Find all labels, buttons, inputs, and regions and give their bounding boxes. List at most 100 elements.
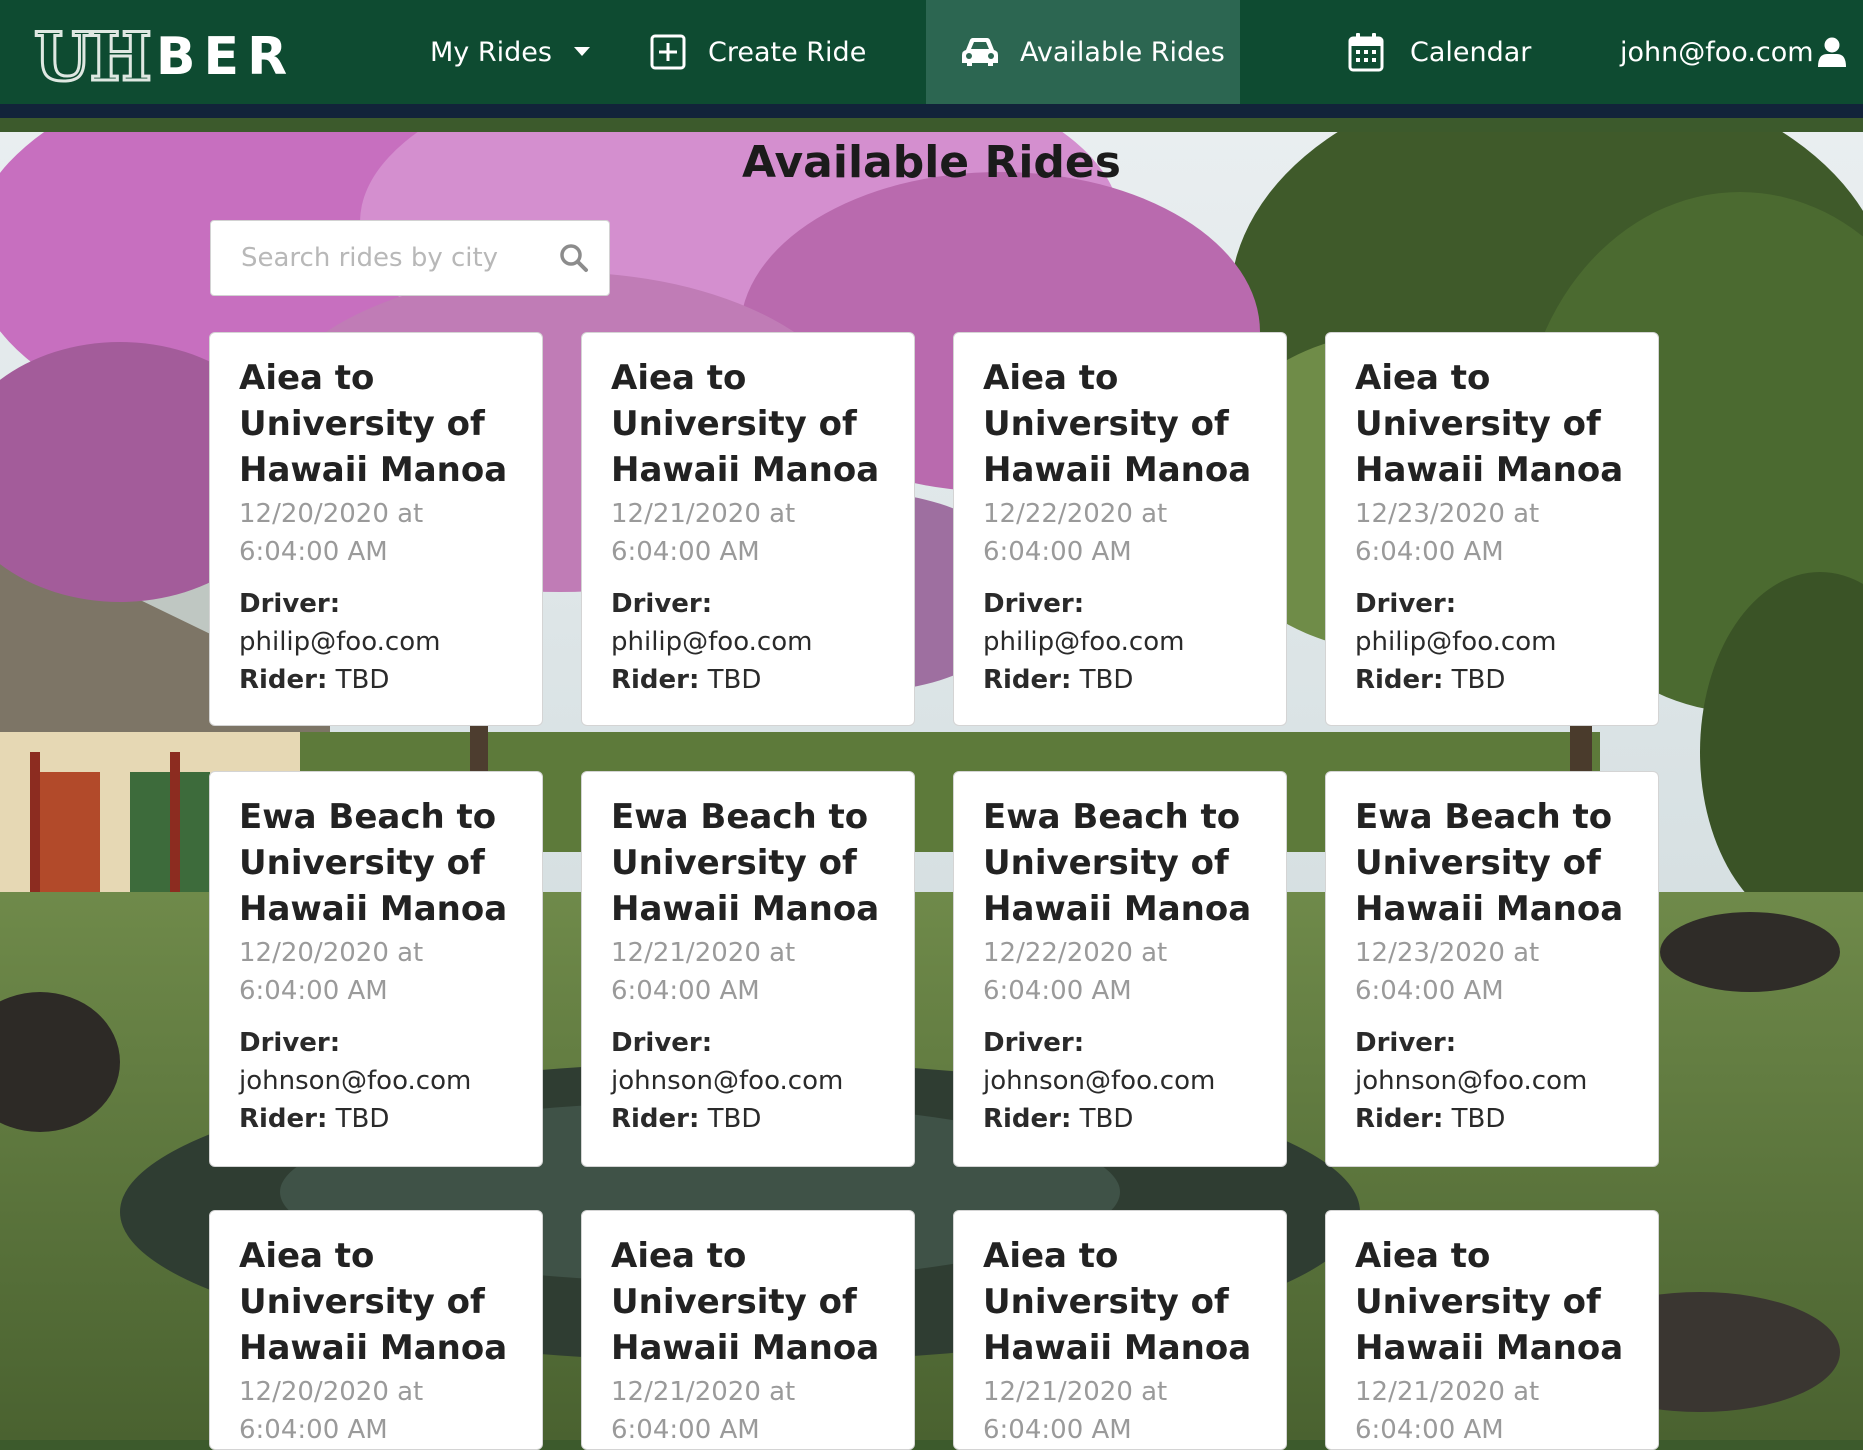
driver-label: Driver: [983, 1028, 1085, 1058]
rider-value: TBD [1451, 665, 1506, 695]
ride-date-text: 12/23/2020 at [1355, 499, 1540, 529]
ride-title: Ewa Beach to University of Hawaii Manoa [611, 797, 880, 929]
driver-email: philip@foo.com [1355, 627, 1557, 657]
ride-title: Aiea to University of Hawaii Manoa [611, 1236, 880, 1368]
ride-title: Ewa Beach to University of Hawaii Manoa [983, 797, 1252, 929]
ride-time-text: 6:04:00 AM [611, 537, 760, 567]
rider-value: TBD [707, 1104, 762, 1134]
driver-email: philip@foo.com [239, 627, 441, 657]
ride-date-text: 12/20/2020 at [239, 499, 424, 529]
ride-date-text: 12/22/2020 at [983, 938, 1168, 968]
ride-card[interactable]: Aiea to University of Hawaii Manoa 12/21… [581, 1210, 915, 1450]
ride-meta: Driver: philip@foo.com Rider: TBD [239, 585, 514, 699]
ride-meta: Driver: philip@foo.com Rider: TBD [983, 585, 1258, 699]
ride-time-text: 6:04:00 AM [1355, 976, 1504, 1006]
driver-label: Driver: [239, 1028, 341, 1058]
ride-date: 12/22/2020 at 6:04:00 AM [983, 495, 1258, 571]
ride-card[interactable]: Ewa Beach to University of Hawaii Manoa … [1325, 771, 1659, 1167]
ride-date: 12/23/2020 at 6:04:00 AM [1355, 934, 1630, 1010]
rider-label: Rider: [983, 665, 1072, 695]
ride-card[interactable]: Ewa Beach to University of Hawaii Manoa … [209, 771, 543, 1167]
ride-date-text: 12/20/2020 at [239, 938, 424, 968]
ride-date-text: 12/21/2020 at [1355, 1377, 1540, 1407]
driver-label: Driver: [611, 1028, 713, 1058]
ride-date-text: 12/22/2020 at [983, 499, 1168, 529]
ride-meta: Driver: philip@foo.com Rider: TBD [1355, 585, 1630, 699]
rider-value: TBD [335, 665, 390, 695]
ride-card[interactable]: Aiea to University of Hawaii Manoa 12/20… [209, 1210, 543, 1450]
rider-value: TBD [1079, 1104, 1134, 1134]
rider-value: TBD [335, 1104, 390, 1134]
ride-date: 12/21/2020 at 6:04:00 AM [1355, 1373, 1630, 1449]
ride-meta: Driver: johnson@foo.com Rider: TBD [239, 1024, 514, 1138]
ride-card[interactable]: Ewa Beach to University of Hawaii Manoa … [581, 771, 915, 1167]
rider-value: TBD [1451, 1104, 1506, 1134]
ride-time-text: 6:04:00 AM [239, 537, 388, 567]
ride-meta: Driver: philip@foo.com Rider: TBD [611, 585, 886, 699]
ride-time-text: 6:04:00 AM [1355, 1415, 1504, 1445]
ride-date-text: 12/20/2020 at [239, 1377, 424, 1407]
rider-label: Rider: [239, 1104, 328, 1134]
ride-date-text: 12/21/2020 at [983, 1377, 1168, 1407]
ride-title: Aiea to University of Hawaii Manoa [239, 358, 508, 490]
ride-date: 12/21/2020 at 6:04:00 AM [611, 1373, 886, 1449]
ride-card[interactable]: Aiea to University of Hawaii Manoa 12/21… [1325, 1210, 1659, 1450]
ride-date: 12/21/2020 at 6:04:00 AM [611, 934, 886, 1010]
ride-meta: Driver: johnson@foo.com Rider: TBD [1355, 1024, 1630, 1138]
driver-label: Driver: [611, 589, 713, 619]
driver-email: johnson@foo.com [1355, 1066, 1588, 1096]
ride-time-text: 6:04:00 AM [239, 976, 388, 1006]
ride-title: Aiea to University of Hawaii Manoa [983, 1236, 1252, 1368]
ride-title: Ewa Beach to University of Hawaii Manoa [1355, 797, 1624, 929]
driver-email: johnson@foo.com [983, 1066, 1216, 1096]
ride-title: Ewa Beach to University of Hawaii Manoa [239, 797, 508, 929]
driver-email: philip@foo.com [611, 627, 813, 657]
driver-label: Driver: [1355, 589, 1457, 619]
ride-meta: Driver: johnson@foo.com Rider: TBD [611, 1024, 886, 1138]
rider-label: Rider: [611, 1104, 700, 1134]
ride-title: Aiea to University of Hawaii Manoa [611, 358, 880, 490]
ride-time-text: 6:04:00 AM [983, 1415, 1132, 1445]
ride-date-text: 12/21/2020 at [611, 938, 796, 968]
ride-card[interactable]: Aiea to University of Hawaii Manoa 12/21… [581, 332, 915, 726]
ride-time-text: 6:04:00 AM [983, 537, 1132, 567]
rider-label: Rider: [239, 665, 328, 695]
ride-date-text: 12/21/2020 at [611, 1377, 796, 1407]
ride-title: Aiea to University of Hawaii Manoa [1355, 1236, 1624, 1368]
ride-date-text: 12/23/2020 at [1355, 938, 1540, 968]
ride-date: 12/22/2020 at 6:04:00 AM [983, 934, 1258, 1010]
ride-meta: Driver: johnson@foo.com Rider: TBD [983, 1024, 1258, 1138]
rider-label: Rider: [1355, 1104, 1444, 1134]
ride-time-text: 6:04:00 AM [1355, 537, 1504, 567]
rider-value: TBD [1079, 665, 1134, 695]
ride-date: 12/20/2020 at 6:04:00 AM [239, 495, 514, 571]
ride-date: 12/21/2020 at 6:04:00 AM [983, 1373, 1258, 1449]
ride-time-text: 6:04:00 AM [239, 1415, 388, 1445]
ride-date: 12/20/2020 at 6:04:00 AM [239, 934, 514, 1010]
ride-title: Aiea to University of Hawaii Manoa [1355, 358, 1624, 490]
ride-time-text: 6:04:00 AM [611, 1415, 760, 1445]
ride-title: Aiea to University of Hawaii Manoa [239, 1236, 508, 1368]
rider-value: TBD [707, 665, 762, 695]
ride-card[interactable]: Ewa Beach to University of Hawaii Manoa … [953, 771, 1287, 1167]
ride-date-text: 12/21/2020 at [611, 499, 796, 529]
rider-label: Rider: [983, 1104, 1072, 1134]
rider-label: Rider: [611, 665, 700, 695]
driver-label: Driver: [983, 589, 1085, 619]
driver-email: johnson@foo.com [239, 1066, 472, 1096]
ride-date: 12/21/2020 at 6:04:00 AM [611, 495, 886, 571]
ride-date: 12/20/2020 at 6:04:00 AM [239, 1373, 514, 1449]
rides-grid: Aiea to University of Hawaii Manoa 12/20… [0, 0, 1863, 1450]
driver-email: johnson@foo.com [611, 1066, 844, 1096]
driver-email: philip@foo.com [983, 627, 1185, 657]
rider-label: Rider: [1355, 665, 1444, 695]
ride-time-text: 6:04:00 AM [983, 976, 1132, 1006]
ride-time-text: 6:04:00 AM [611, 976, 760, 1006]
driver-label: Driver: [239, 589, 341, 619]
ride-card[interactable]: Aiea to University of Hawaii Manoa 12/20… [209, 332, 543, 726]
ride-card[interactable]: Aiea to University of Hawaii Manoa 12/21… [953, 1210, 1287, 1450]
driver-label: Driver: [1355, 1028, 1457, 1058]
ride-card[interactable]: Aiea to University of Hawaii Manoa 12/22… [953, 332, 1287, 726]
ride-date: 12/23/2020 at 6:04:00 AM [1355, 495, 1630, 571]
ride-card[interactable]: Aiea to University of Hawaii Manoa 12/23… [1325, 332, 1659, 726]
